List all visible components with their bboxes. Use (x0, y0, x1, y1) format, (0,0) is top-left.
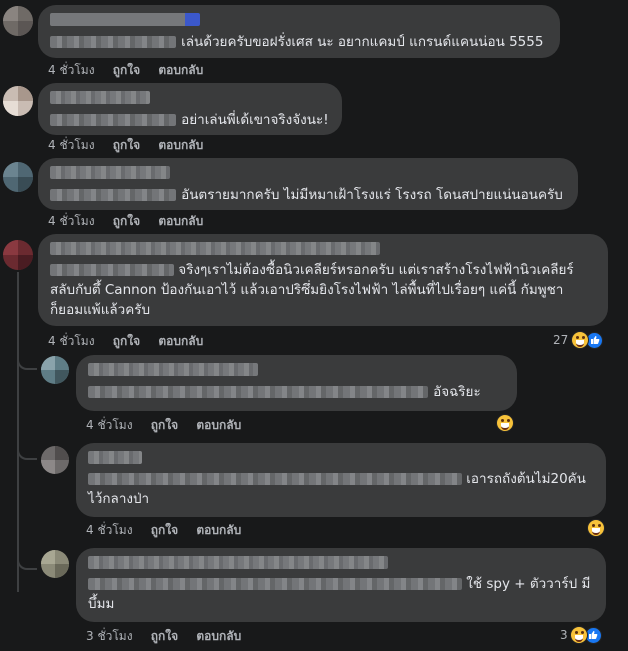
comment-text-line: ก็ยอมแพ้แล้วครับ (50, 302, 151, 318)
reply-text-line: บึ้มม (88, 596, 115, 612)
reply-link[interactable]: ตอบกลับ (158, 138, 203, 152)
reply-text-line: เอารถถังต้นไม่20คัน (466, 471, 586, 487)
comment-bubble: จริงๆเราไม่ต้องซื้อนิวเคลียร์หรอกครับ แต… (38, 234, 608, 326)
reaction-summary[interactable]: 27 (553, 331, 604, 349)
redacted-text (50, 264, 174, 276)
redacted-text (50, 35, 176, 48)
like-link[interactable]: ถูกใจ (113, 138, 140, 152)
reply-actions: 3 ชั่วโมง ถูกใจ ตอบกลับ (86, 627, 255, 646)
comment-actions: 4 ชั่วโมง ถูกใจ ตอบกลับ (48, 332, 217, 351)
comment-bubble: อันตรายมากครับ ไม่มีหมาเฝ้าโรงแร่ โรงรถ … (38, 158, 578, 210)
author-name[interactable] (50, 166, 170, 179)
like-link[interactable]: ถูกใจ (113, 214, 140, 228)
comment-text: เล่นด้วยครับขอฝรั่งเศส นะ อยากแคมป์ แกรน… (181, 34, 544, 50)
avatar[interactable] (3, 86, 33, 116)
haha-emoji-icon (571, 331, 590, 349)
redacted-text (88, 578, 462, 590)
reply-link[interactable]: ตอบกลับ (158, 63, 203, 77)
reply-link[interactable]: ตอบกลับ (196, 418, 241, 432)
haha-emoji-icon (569, 626, 588, 644)
reaction-count: 27 (553, 333, 569, 347)
timestamp[interactable]: 4 ชั่วโมง (86, 418, 133, 432)
timestamp[interactable]: 4 ชั่วโมง (48, 138, 95, 152)
timestamp[interactable]: 3 ชั่วโมง (86, 629, 133, 643)
avatar[interactable] (41, 550, 69, 578)
timestamp[interactable]: 4 ชั่วโมง (48, 214, 95, 228)
author-name[interactable] (50, 13, 200, 26)
reaction-summary[interactable] (587, 519, 605, 537)
reply-text: อัจฉริยะ (433, 384, 481, 400)
reaction-summary[interactable]: 3 (560, 626, 602, 644)
haha-emoji-icon (587, 519, 605, 537)
reply-actions: 4 ชั่วโมง ถูกใจ ตอบกลับ (86, 416, 255, 435)
thread-branch (17, 548, 37, 570)
redacted-text (50, 188, 176, 201)
avatar[interactable] (3, 240, 33, 270)
reply-bubble: อัจฉริยะ (76, 355, 517, 411)
comment-text-line: จริงๆเราไม่ต้องซื้อนิวเคลียร์หรอกครับ แต… (178, 262, 574, 278)
thread-branch (17, 348, 37, 370)
avatar[interactable] (41, 356, 69, 384)
timestamp[interactable]: 4 ชั่วโมง (48, 63, 95, 77)
redacted-text (88, 473, 462, 485)
haha-emoji-icon (496, 414, 514, 432)
like-link[interactable]: ถูกใจ (151, 523, 178, 537)
reply-text-line: ไว้กลางป่า (88, 491, 150, 507)
comment-text: อย่าเล่นพี่เด้เขาจริงจังนะ! (181, 112, 329, 128)
like-link[interactable]: ถูกใจ (151, 418, 178, 432)
reply-text-line: ใช้ spy + ตัววาร์ป มี (466, 576, 591, 592)
like-link[interactable]: ถูกใจ (113, 63, 140, 77)
reply-bubble: เอารถถังต้นไม่20คัน ไว้กลางป่า (76, 443, 606, 517)
author-name[interactable] (88, 363, 258, 376)
redacted-text (88, 385, 428, 398)
author-name[interactable] (50, 242, 380, 255)
thread-line (17, 272, 19, 592)
redacted-text (50, 113, 176, 126)
thread-branch (17, 438, 37, 460)
reply-link[interactable]: ตอบกลับ (158, 214, 203, 228)
author-name[interactable] (88, 556, 388, 569)
comment-actions: 4 ชั่วโมง ถูกใจ ตอบกลับ (48, 61, 217, 80)
comment-text: อันตรายมากครับ ไม่มีหมาเฝ้าโรงแร่ โรงรถ … (181, 187, 563, 203)
comment-actions: 4 ชั่วโมง ถูกใจ ตอบกลับ (48, 212, 217, 231)
reply-actions: 4 ชั่วโมง ถูกใจ ตอบกลับ (86, 521, 255, 540)
comment-bubble: อย่าเล่นพี่เด้เขาจริงจังนะ! (38, 83, 342, 135)
avatar[interactable] (3, 6, 33, 36)
reply-link[interactable]: ตอบกลับ (196, 629, 241, 643)
reaction-count: 3 (560, 628, 568, 642)
comment-actions: 4 ชั่วโมง ถูกใจ ตอบกลับ (48, 136, 217, 155)
reply-link[interactable]: ตอบกลับ (196, 523, 241, 537)
author-name[interactable] (88, 451, 142, 464)
reply-link[interactable]: ตอบกลับ (158, 334, 203, 348)
comment-text-line: สลับกับตึ้ Cannon ป้องกันเอาไว้ แล้วเอาป… (50, 282, 564, 298)
timestamp[interactable]: 4 ชั่วโมง (86, 523, 133, 537)
reaction-summary[interactable] (496, 414, 514, 432)
avatar[interactable] (41, 446, 69, 474)
timestamp[interactable]: 4 ชั่วโมง (48, 334, 95, 348)
like-link[interactable]: ถูกใจ (151, 629, 178, 643)
reply-bubble: ใช้ spy + ตัววาร์ป มี บึ้มม (76, 548, 606, 622)
author-name[interactable] (50, 91, 150, 104)
comment-bubble: เล่นด้วยครับขอฝรั่งเศส นะ อยากแคมป์ แกรน… (38, 5, 560, 58)
like-link[interactable]: ถูกใจ (113, 334, 140, 348)
avatar[interactable] (3, 162, 33, 192)
